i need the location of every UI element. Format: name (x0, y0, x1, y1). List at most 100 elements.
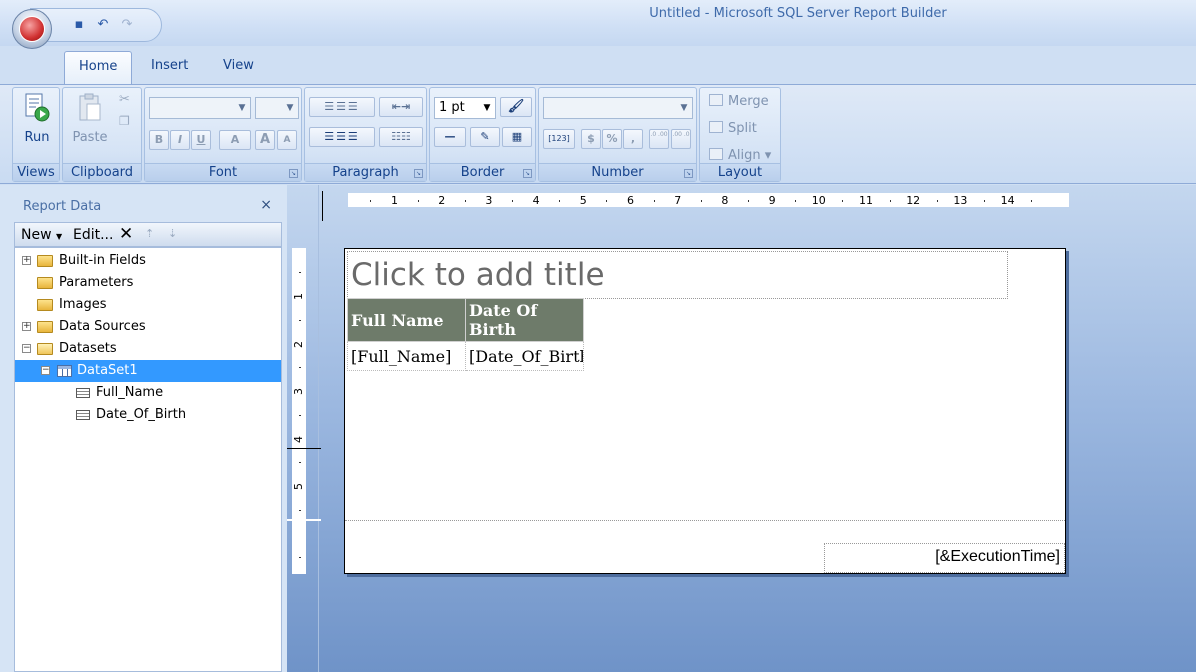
table-header-cell[interactable]: Full Name (347, 298, 466, 342)
font-family-combo[interactable]: ▼ (149, 97, 251, 119)
tree-node-images[interactable]: Images (15, 294, 281, 316)
chevron-down-icon: ▼ (483, 103, 491, 113)
ruler-number: 2 (438, 194, 446, 207)
decrease-decimal-button[interactable]: .00 .0 (671, 129, 691, 149)
align-button[interactable]: Align ▾ (709, 148, 771, 163)
ruler-tick (512, 200, 513, 202)
font-color-button[interactable]: A (219, 130, 251, 150)
field-icon (76, 388, 90, 398)
collapse-icon[interactable]: − (41, 366, 50, 375)
report-data-tree: + Built-in Fields Parameters Images + Da… (14, 247, 282, 672)
report-builder-logo-icon (19, 16, 45, 42)
number-format-combo[interactable]: ▼ (543, 97, 693, 119)
tab-view[interactable]: View (209, 51, 268, 84)
tree-node-field-full-name[interactable]: Full_Name (15, 382, 281, 404)
cut-icon[interactable]: ✂ (119, 92, 130, 107)
table-header-row: Full Name Date Of Birth (347, 298, 584, 342)
comma-button[interactable]: , (623, 129, 643, 149)
tree-node-data-sources[interactable]: + Data Sources (15, 316, 281, 338)
ruler-number: 3 (292, 388, 305, 395)
ruler-number: 10 (811, 194, 826, 207)
ruler-number: 8 (721, 194, 729, 207)
close-icon[interactable]: × (260, 197, 272, 213)
split-button[interactable]: Split (709, 121, 757, 136)
ruler-tick (299, 414, 301, 416)
footer-textbox[interactable]: [&ExecutionTime] (824, 543, 1065, 573)
border-width-combo[interactable]: 1 pt ▼ (434, 97, 496, 119)
tree-node-label: DataSet1 (77, 363, 138, 378)
run-button[interactable]: Run (19, 92, 55, 145)
report-table[interactable]: Full Name Date Of Birth [Full_Name] [Dat… (347, 298, 584, 371)
move-down-icon[interactable]: ⇣ (168, 227, 177, 240)
ruler-tick (795, 200, 797, 202)
group-label-number: Number (539, 163, 696, 181)
shrink-font-button[interactable]: A (277, 130, 297, 150)
ruler-number: 1 (292, 293, 305, 300)
ruler-number: 1 (391, 194, 398, 207)
ruler-tick (299, 509, 301, 511)
design-surface[interactable]: 1 2 3 4 5 6 7 8 9 10 11 12 13 14 12345 Click to add t… (287, 185, 1196, 672)
collapse-icon[interactable]: − (22, 344, 31, 353)
report-title-textbox[interactable]: Click to add title (347, 251, 1008, 299)
underline-button[interactable]: U (191, 130, 211, 150)
report-page[interactable]: Click to add title Full Name Date Of Bir… (344, 248, 1066, 574)
tree-node-built-in-fields[interactable]: + Built-in Fields (15, 250, 281, 272)
expand-icon[interactable]: + (22, 256, 31, 265)
tab-home[interactable]: Home (64, 51, 133, 84)
ruler-tick (984, 200, 985, 202)
table-cell[interactable]: [Date_Of_Birth] (465, 341, 584, 371)
font-size-combo[interactable]: ▼ (255, 97, 299, 119)
paste-button[interactable]: Paste (69, 92, 111, 145)
folder-icon (37, 255, 53, 267)
vertical-align-buttons[interactable]: ☰☰☰ (309, 97, 375, 117)
borders-button[interactable]: ▦ (502, 127, 532, 147)
tree-node-label: Images (59, 297, 107, 312)
report-data-pane: Report Data × New ▼ Edit... ✕ ⇡ ⇣ + Buil… (0, 185, 287, 672)
table-header-cell[interactable]: Date Of Birth (465, 298, 584, 342)
group-border: 1 pt ▼ 🖌 — ✎ ▦ Border ↘ (429, 87, 536, 182)
currency-button[interactable]: $ (581, 129, 601, 149)
ruler-tick (606, 200, 608, 202)
italic-button[interactable]: I (170, 130, 190, 150)
ruler-tick (842, 200, 844, 202)
bold-button[interactable]: B (149, 130, 169, 150)
expand-icon[interactable]: + (22, 322, 31, 331)
tree-node-datasets[interactable]: − Datasets (15, 338, 281, 360)
tree-node-field-date-of-birth[interactable]: Date_Of_Birth (15, 404, 281, 426)
list-buttons[interactable]: ☷☷ (379, 127, 423, 147)
ruler-number: 14 (1000, 194, 1015, 207)
tree-node-dataset1[interactable]: − DataSet1 (15, 360, 281, 382)
border-dialog-launcher-icon[interactable]: ↘ (523, 169, 532, 178)
font-dialog-launcher-icon[interactable]: ↘ (289, 169, 298, 178)
tab-insert[interactable]: Insert (137, 51, 202, 84)
copy-icon[interactable]: ❐ (119, 114, 130, 128)
number-dialog-launcher-icon[interactable]: ↘ (684, 169, 693, 178)
move-up-icon[interactable]: ⇡ (145, 227, 154, 240)
new-label: New (21, 227, 52, 243)
ruler-tick (299, 462, 301, 464)
border-width-value: 1 pt (439, 100, 465, 115)
tree-node-parameters[interactable]: Parameters (15, 272, 281, 294)
ruler-tick (1031, 200, 1033, 202)
split-cells-icon (709, 121, 723, 133)
indent-buttons[interactable]: ⇤⇥ (379, 97, 423, 117)
fill-color-button[interactable]: 🖌 (500, 97, 532, 117)
paragraph-dialog-launcher-icon[interactable]: ↘ (414, 169, 423, 178)
horizontal-align-buttons[interactable]: ☰☰☰ (309, 127, 375, 147)
field-icon (76, 410, 90, 420)
edit-button[interactable]: Edit... (73, 227, 113, 243)
grow-font-button[interactable]: A (255, 130, 275, 150)
border-style-button[interactable]: — (434, 127, 466, 147)
increase-decimal-button[interactable]: .0 .00 (649, 129, 669, 149)
title-bar: ▪ ↶ ↷ Untitled - Microsoft SQL Server Re… (0, 0, 1196, 49)
new-menu-button[interactable]: New ▼ (21, 227, 62, 243)
delete-icon[interactable]: ✕ (119, 224, 133, 244)
merge-button[interactable]: Merge (709, 94, 769, 109)
application-button[interactable] (12, 9, 52, 49)
vertical-ruler: 1 2 3 4 5 (292, 248, 306, 574)
percent-button[interactable]: % (602, 129, 622, 149)
placeholder-styles-button[interactable]: [123] (543, 129, 575, 149)
ribbon: Run Views Paste ✂ ❐ Clipboard ▼ ▼ B I U … (0, 84, 1196, 184)
border-color-button[interactable]: ✎ (470, 127, 500, 147)
table-cell[interactable]: [Full_Name] (347, 341, 466, 371)
